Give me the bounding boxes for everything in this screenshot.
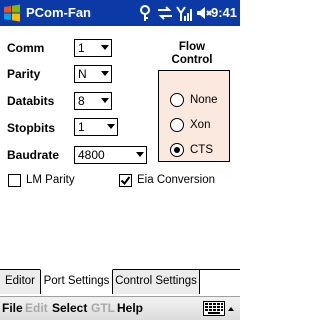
checkmark-icon <box>120 176 131 186</box>
clock[interactable]: 9:41 <box>211 5 237 20</box>
flow-xon-radio[interactable] <box>170 118 184 132</box>
stopbits-label: Stopbits <box>7 121 55 135</box>
flow-cts-radio[interactable] <box>170 143 184 157</box>
flow-control-title: Flow Control <box>160 41 224 67</box>
chevron-down-icon <box>101 45 109 50</box>
databits-value: 8 <box>78 94 85 108</box>
menu-help[interactable]: Help <box>117 301 143 315</box>
tab-port-settings[interactable]: Port Settings <box>40 269 113 294</box>
chevron-down-icon <box>136 152 144 157</box>
signal-icon[interactable] <box>176 4 192 22</box>
comm-select[interactable]: 1 <box>74 39 112 57</box>
flow-control-title-line2: Control <box>171 54 213 66</box>
menu-select[interactable]: Select <box>52 301 87 315</box>
flow-xon-label[interactable]: Xon <box>190 119 210 131</box>
parity-label: Parity <box>7 67 41 81</box>
comm-value: 1 <box>78 41 85 55</box>
app-title: PCom-Fan <box>26 5 91 20</box>
status-icons[interactable] <box>137 4 213 22</box>
menu-bar: File Edit Select GTL Help <box>0 296 240 320</box>
flow-cts-label[interactable]: CTS <box>190 144 213 156</box>
chevron-down-icon <box>101 98 109 103</box>
connectivity-icon[interactable] <box>156 4 174 22</box>
menu-edit: Edit <box>25 301 48 315</box>
menu-gtl: GTL <box>91 301 115 315</box>
lm-parity-checkbox[interactable] <box>8 174 21 187</box>
lm-parity-label[interactable]: LM Parity <box>26 174 75 186</box>
baudrate-select[interactable]: 4800 <box>74 146 147 164</box>
tab-control-settings[interactable]: Control Settings <box>113 270 200 294</box>
flow-none-label[interactable]: None <box>190 94 218 106</box>
databits-select[interactable]: 8 <box>74 92 112 110</box>
chevron-down-icon <box>101 71 109 76</box>
flow-none-radio[interactable] <box>170 93 184 107</box>
menu-file[interactable]: File <box>2 301 23 315</box>
stopbits-select[interactable]: 1 <box>74 118 118 136</box>
windows-start-icon[interactable] <box>2 3 22 23</box>
baudrate-label: Baudrate <box>7 148 60 162</box>
parity-value: N <box>78 67 87 81</box>
eia-conversion-checkbox[interactable] <box>119 174 132 187</box>
port-settings-panel: Comm 1 Parity N Databits 8 Stopbits 1 Ba… <box>0 26 240 269</box>
bluetooth-icon[interactable] <box>137 4 153 22</box>
eia-conversion-label[interactable]: Eia Conversion <box>137 174 215 186</box>
chevron-down-icon <box>107 124 115 129</box>
tab-bar: Editor Port Settings Control Settings <box>0 269 240 296</box>
databits-label: Databits <box>7 94 55 108</box>
flow-control-group: None Xon CTS <box>158 70 230 162</box>
flow-control-title-line1: Flow <box>178 41 206 53</box>
sip-menu-arrow-icon[interactable] <box>228 307 234 311</box>
baudrate-value: 4800 <box>78 148 105 162</box>
tab-editor[interactable]: Editor <box>0 270 41 294</box>
comm-label: Comm <box>7 41 45 55</box>
stopbits-value: 1 <box>78 120 85 134</box>
keyboard-icon[interactable] <box>203 301 225 316</box>
title-bar: PCom-Fan 9:41 <box>0 0 240 26</box>
parity-select[interactable]: N <box>74 65 112 83</box>
